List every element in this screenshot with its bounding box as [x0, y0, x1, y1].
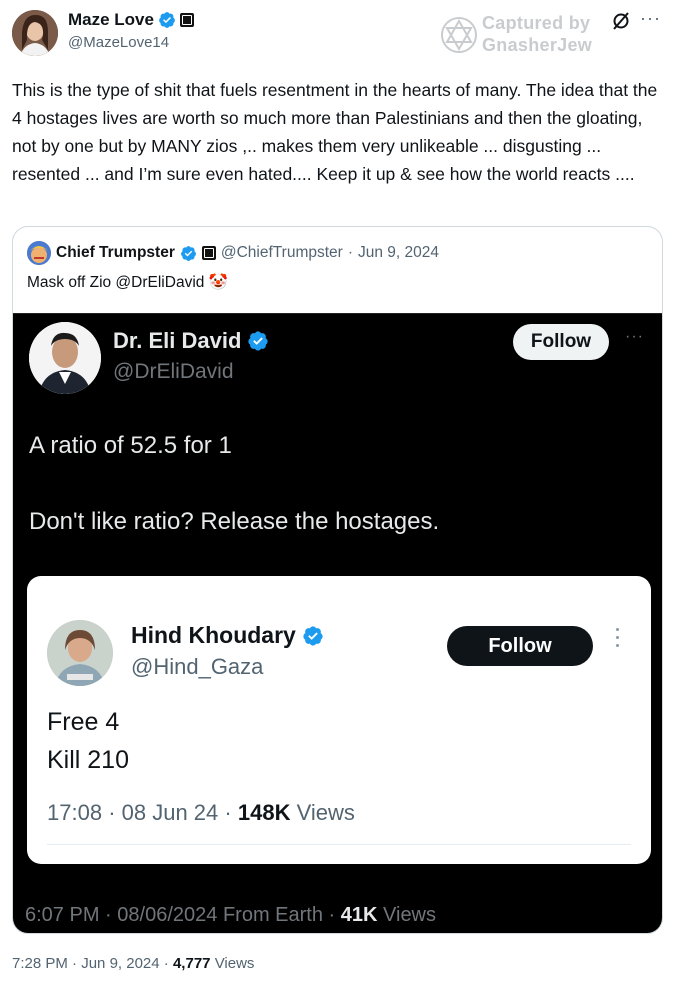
quoted-post-text: Mask off Zio @DrEliDavid 🤡 — [27, 274, 228, 291]
divider — [47, 844, 631, 845]
embedded-views-count: 41K — [340, 904, 378, 926]
more-icon — [615, 628, 621, 652]
embedded-text-line-2: Don't like ratio? Release the hostages. — [29, 508, 440, 535]
verified-badge-icon — [302, 625, 324, 647]
quoted-author-avatar[interactable] — [27, 241, 51, 265]
embedded-author-name: Dr. Eli David — [113, 328, 242, 353]
embedded-text-line-1: A ratio of 52.5 for 1 — [29, 432, 232, 459]
inner-author-handle: @Hind_Gaza — [131, 654, 264, 679]
more-icon: ··· — [625, 328, 644, 345]
inner-author-name: Hind Khoudary — [131, 622, 296, 648]
inner-follow-button: Follow — [447, 626, 593, 666]
quoted-post-date[interactable]: Jun 9, 2024 — [358, 244, 439, 262]
inner-views-count: 148K — [237, 800, 291, 825]
views-label: Views — [214, 955, 255, 972]
embedded-post-date: 08/06/2024 — [117, 904, 218, 926]
inner-views-label: Views — [296, 800, 355, 825]
embedded-quoted-post: Hind Khoudary @Hind_Gaza Follow Free 4 K… — [27, 576, 651, 864]
inner-author-avatar — [47, 620, 113, 686]
watermark-line-1: Captured by — [482, 13, 591, 33]
more-icon[interactable]: ··· — [640, 8, 661, 29]
embedded-author-avatar — [29, 322, 101, 394]
embedded-follow-button: Follow — [513, 324, 609, 360]
inner-text-line-2: Kill 210 — [47, 746, 129, 774]
star-of-david-icon — [441, 17, 477, 53]
embedded-author-handle: @DrEliDavid — [113, 360, 234, 383]
verified-badge-icon — [180, 245, 197, 262]
grok-icon[interactable] — [611, 11, 631, 31]
quoted-author-name[interactable]: Chief Trumpster — [56, 244, 175, 262]
affiliate-badge-icon — [201, 246, 216, 260]
author-avatar[interactable] — [12, 10, 58, 56]
views-count: 4,777 — [172, 955, 211, 972]
author-handle[interactable]: @MazeLove14 — [68, 34, 169, 51]
post-meta: 7:28 PM · Jun 9, 2024 · 4,777 Views — [12, 955, 255, 972]
inner-text-line-1: Free 4 — [47, 708, 120, 736]
inner-post-date: 08 Jun 24 — [121, 800, 219, 825]
embedded-post-meta: 6:07 PM · 08/06/2024 From Earth · 41K Vi… — [25, 904, 437, 926]
verified-badge-icon — [158, 11, 176, 29]
inner-post-meta: 17:08 · 08 Jun 24 · 148K Views — [47, 800, 355, 825]
embedded-post-time: 6:07 PM — [25, 904, 100, 926]
embedded-post-source: From Earth — [222, 904, 323, 926]
watermark: Captured by GnasherJew — [440, 10, 640, 58]
verified-badge-icon — [247, 330, 269, 352]
embedded-views-label: Views — [383, 904, 437, 926]
quoted-author-handle[interactable]: @ChiefTrumpster — [221, 244, 343, 262]
post-text: This is the type of shit that fuels rese… — [12, 80, 658, 184]
quoted-post-header: Chief Trumpster @ChiefTrumpster · Jun 9,… — [27, 241, 439, 265]
watermark-line-2: GnasherJew — [482, 35, 593, 55]
post-date[interactable]: Jun 9, 2024 — [81, 955, 159, 972]
affiliate-badge-icon — [179, 13, 194, 27]
inner-post-time: 17:08 — [47, 800, 103, 825]
post-time[interactable]: 7:28 PM — [12, 955, 68, 972]
author-name[interactable]: Maze Love — [68, 10, 154, 30]
quoted-post[interactable]: Chief Trumpster @ChiefTrumpster · Jun 9,… — [12, 226, 663, 934]
embedded-screenshot: Dr. Eli David @DrEliDavid Follow ··· A r… — [13, 313, 662, 933]
